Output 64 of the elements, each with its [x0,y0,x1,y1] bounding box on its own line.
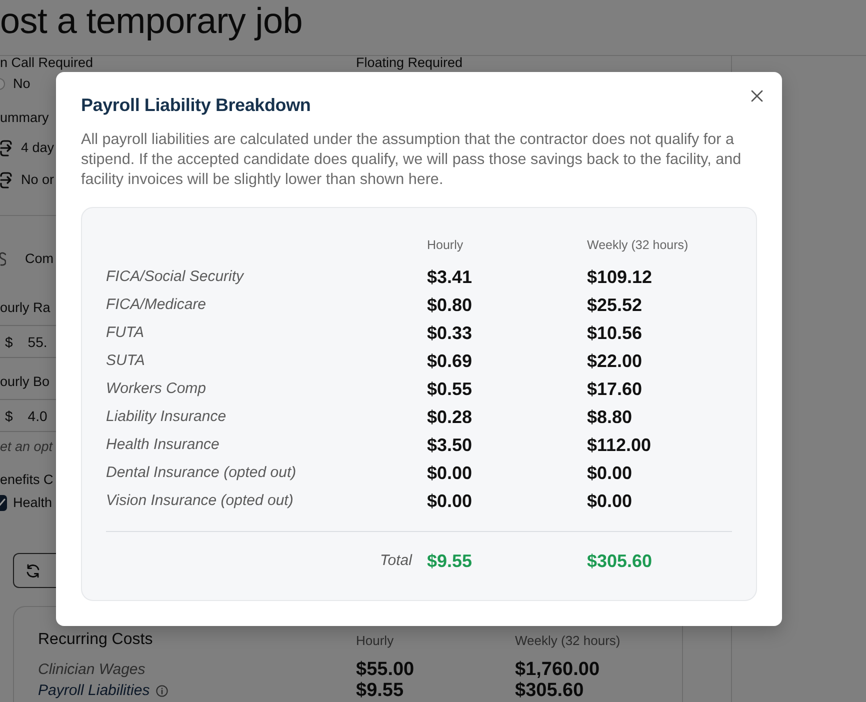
section-heading: Com [25,250,54,268]
hourly-amount: $0.00 [427,490,472,512]
weekly-amount: $112.00 [587,434,652,456]
hint-text: et an opt [0,438,53,456]
weekly-amount: $1,760.00 [515,661,601,679]
radio-icon[interactable] [0,77,5,91]
weekly-amount: $10.56 [587,322,642,344]
hourly-amount: $0.69 [427,350,472,372]
liability-label: FUTA [106,324,144,342]
repeat-icon [0,139,12,157]
hourly-amount: $9.55 [356,682,405,700]
card-title: Recurring Costs [38,630,154,650]
liability-label: Health Insurance [106,436,220,454]
summary-text: 4 day [21,139,54,157]
liability-label: Dental Insurance (opted out) [106,464,296,482]
checkbox-icon[interactable] [0,495,7,511]
hourly-amount: $0.55 [427,378,472,400]
liability-label: FICA/Medicare [106,296,206,314]
weekly-amount: $0.00 [587,490,632,512]
weekly-amount: $305.60 [515,682,585,700]
radio-label[interactable]: No [13,75,30,93]
dollar-icon [0,251,6,267]
field-label: ourly Ra [0,299,50,317]
modal-title: Payroll Liability Breakdown [81,94,311,116]
field-label: n Call Required [0,56,94,70]
refresh-icon [26,564,40,578]
field-label: ourly Bo [0,373,50,391]
info-icon[interactable] [156,685,168,697]
total-weekly: $305.60 [587,550,652,572]
section-heading: ummary [0,109,49,127]
page-title: ost a temporary job [0,0,302,41]
column-header: Weekly (32 hours) [515,632,622,648]
column-header: Hourly [356,632,395,648]
hourly-amount: $3.50 [427,434,472,456]
liability-label: Vision Insurance (opted out) [106,492,294,510]
weekly-amount: $22.00 [587,350,642,372]
field-label: Floating Required [356,56,463,70]
summary-text: No or [21,171,54,189]
weekly-amount: $8.80 [587,406,632,428]
weekly-amount: $109.12 [587,266,652,288]
repeat-icon [0,171,12,189]
hourly-amount: $0.80 [427,294,472,316]
liability-label: FICA/Social Security [106,268,244,286]
close-icon[interactable] [751,90,763,102]
column-header: Hourly [427,237,464,253]
weekly-amount: $17.60 [587,378,642,400]
checkbox-label[interactable]: Health [13,494,52,512]
liability-label: Workers Comp [106,380,206,398]
hourly-amount: $3.41 [427,266,472,288]
total-label: Total [380,552,412,569]
weekly-amount: $0.00 [587,462,632,484]
liability-label: Liability Insurance [106,408,226,426]
hourly-amount: $0.33 [427,322,472,344]
section-heading: enefits C [0,471,54,489]
hourly-amount: $0.28 [427,406,472,428]
modal-description: All payroll liabilities are calculated under the assumption that the contractor does not qualify for a stipend. If the accepted candidate does qualify, we will pass those savings back to the facility, and facility invoices will be slightly lower than shown here. [81,130,742,190]
liability-label: SUTA [106,352,145,370]
cost-link[interactable]: Payroll Liabilities [38,682,150,700]
column-header: Weekly (32 hours) [587,237,688,253]
cost-label: Clinician Wages [38,661,146,679]
total-hourly: $9.55 [427,550,472,572]
hourly-amount: $0.00 [427,462,472,484]
hourly-amount: $55.00 [356,661,416,679]
weekly-amount: $25.52 [587,294,642,316]
